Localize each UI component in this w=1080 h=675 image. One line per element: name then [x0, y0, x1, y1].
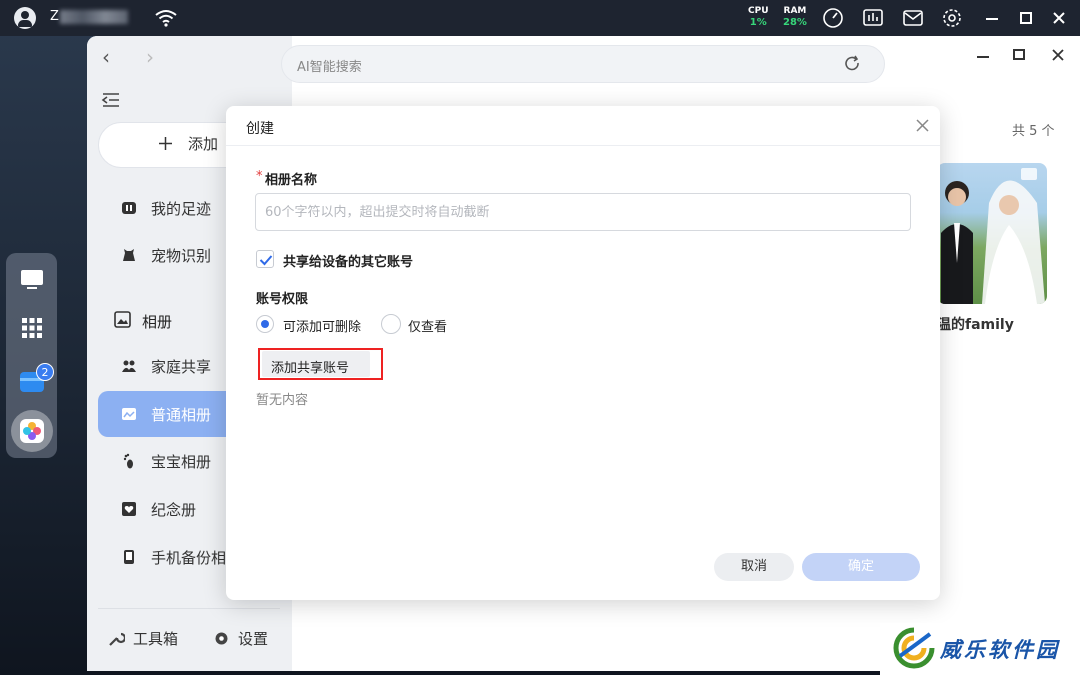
cpu-label: CPU — [748, 6, 769, 16]
ram-stat: RAM 28% — [783, 6, 807, 28]
plus-icon — [159, 137, 172, 150]
photos-app-icon[interactable] — [18, 417, 46, 445]
sidebar-item-label: 家庭共享 — [151, 358, 212, 376]
share-checkbox[interactable] — [256, 250, 274, 268]
system-top-bar: Z CPU 1% RAM 28% — [0, 0, 1080, 36]
monitor-chart-icon[interactable] — [862, 7, 884, 29]
toolbox-button[interactable]: 工具箱 — [133, 628, 178, 649]
user-avatar-icon[interactable] — [14, 7, 36, 29]
desktop-icon[interactable] — [18, 265, 46, 293]
refresh-search-icon[interactable] — [844, 55, 862, 73]
search-bar[interactable] — [281, 45, 885, 83]
album-section-icon — [114, 311, 131, 328]
collapse-sidebar-icon[interactable] — [101, 92, 121, 108]
app-close-icon[interactable] — [1050, 47, 1066, 63]
album-icon — [122, 408, 136, 420]
gear-icon[interactable] — [941, 7, 963, 29]
back-arrow-icon[interactable]: ‹ — [102, 45, 110, 69]
system-minimize-icon[interactable] — [983, 9, 1001, 27]
radio-add-delete[interactable] — [256, 315, 274, 333]
album-title: 温的family — [937, 317, 1014, 333]
album-count: 共 5 个 — [1012, 124, 1055, 139]
wrench-icon — [109, 632, 125, 646]
radio-add-delete-label: 可添加可删除 — [283, 320, 362, 335]
mail-icon[interactable] — [902, 7, 924, 29]
app-minimize-icon[interactable] — [975, 48, 991, 64]
search-placeholder: AI智能搜索 — [297, 60, 362, 75]
album-section-title: 相册 — [142, 313, 173, 331]
add-button-label: 添加 — [188, 135, 219, 153]
pet-icon — [123, 249, 135, 261]
user-name: Z — [50, 9, 59, 24]
sidebar-item-label: 手机备份相 — [151, 549, 227, 567]
dock: 2 — [6, 253, 57, 458]
sidebar-item-label: 宝宝相册 — [151, 453, 212, 471]
radio-view-only-label: 仅查看 — [408, 320, 448, 335]
system-close-icon[interactable] — [1050, 9, 1068, 27]
sidebar-item-label: 宠物识别 — [151, 247, 212, 265]
speedometer-icon[interactable] — [822, 7, 844, 29]
dialog-close-icon[interactable] — [916, 119, 929, 132]
settings-gear-icon — [215, 632, 228, 645]
cpu-stat: CPU 1% — [748, 6, 769, 28]
notification-badge: 2 — [36, 363, 54, 381]
watermark-logo-icon — [893, 627, 935, 669]
cpu-value: 1% — [749, 17, 767, 28]
radio-view-only[interactable] — [381, 314, 401, 334]
footprint-icon — [122, 202, 136, 214]
cancel-button[interactable]: 取消 — [714, 553, 794, 581]
system-maximize-icon[interactable] — [1017, 9, 1035, 27]
wifi-icon[interactable] — [154, 8, 178, 28]
sidebar-item-label: 普通相册 — [151, 406, 212, 424]
heart-book-icon — [122, 502, 136, 516]
add-share-account-label: 添加共享账号 — [271, 361, 350, 376]
empty-text: 暂无内容 — [256, 393, 309, 408]
sidebar-item-label: 我的足迹 — [151, 200, 212, 218]
permission-label: 账号权限 — [256, 292, 309, 307]
watermark-text: 威乐软件园 — [940, 637, 1060, 662]
album-cover-image[interactable] — [937, 163, 1047, 304]
album-name-input[interactable] — [255, 193, 911, 231]
share-checkbox-label: 共享给设备的其它账号 — [283, 255, 414, 270]
required-mark: * — [256, 169, 263, 184]
album-name-label: 相册名称 — [265, 173, 318, 188]
app-grid-icon[interactable] — [18, 314, 46, 342]
baby-foot-icon — [123, 453, 133, 469]
confirm-button[interactable]: 确定 — [802, 553, 920, 581]
phone-backup-icon — [124, 550, 134, 564]
blurred-user-name — [60, 10, 128, 24]
dialog-title: 创建 — [246, 121, 274, 137]
ram-value: 28% — [783, 17, 807, 28]
ram-label: RAM — [783, 6, 807, 16]
wedding-photo — [941, 168, 1045, 304]
dialog-header-divider — [226, 145, 940, 146]
sidebar-divider — [98, 608, 280, 609]
sidebar-item-label: 纪念册 — [151, 501, 197, 519]
settings-button[interactable]: 设置 — [238, 628, 268, 649]
checkmark-icon — [259, 255, 273, 266]
family-icon — [122, 360, 136, 372]
app-maximize-icon[interactable] — [1011, 47, 1027, 63]
forward-arrow-icon[interactable]: › — [146, 45, 154, 69]
